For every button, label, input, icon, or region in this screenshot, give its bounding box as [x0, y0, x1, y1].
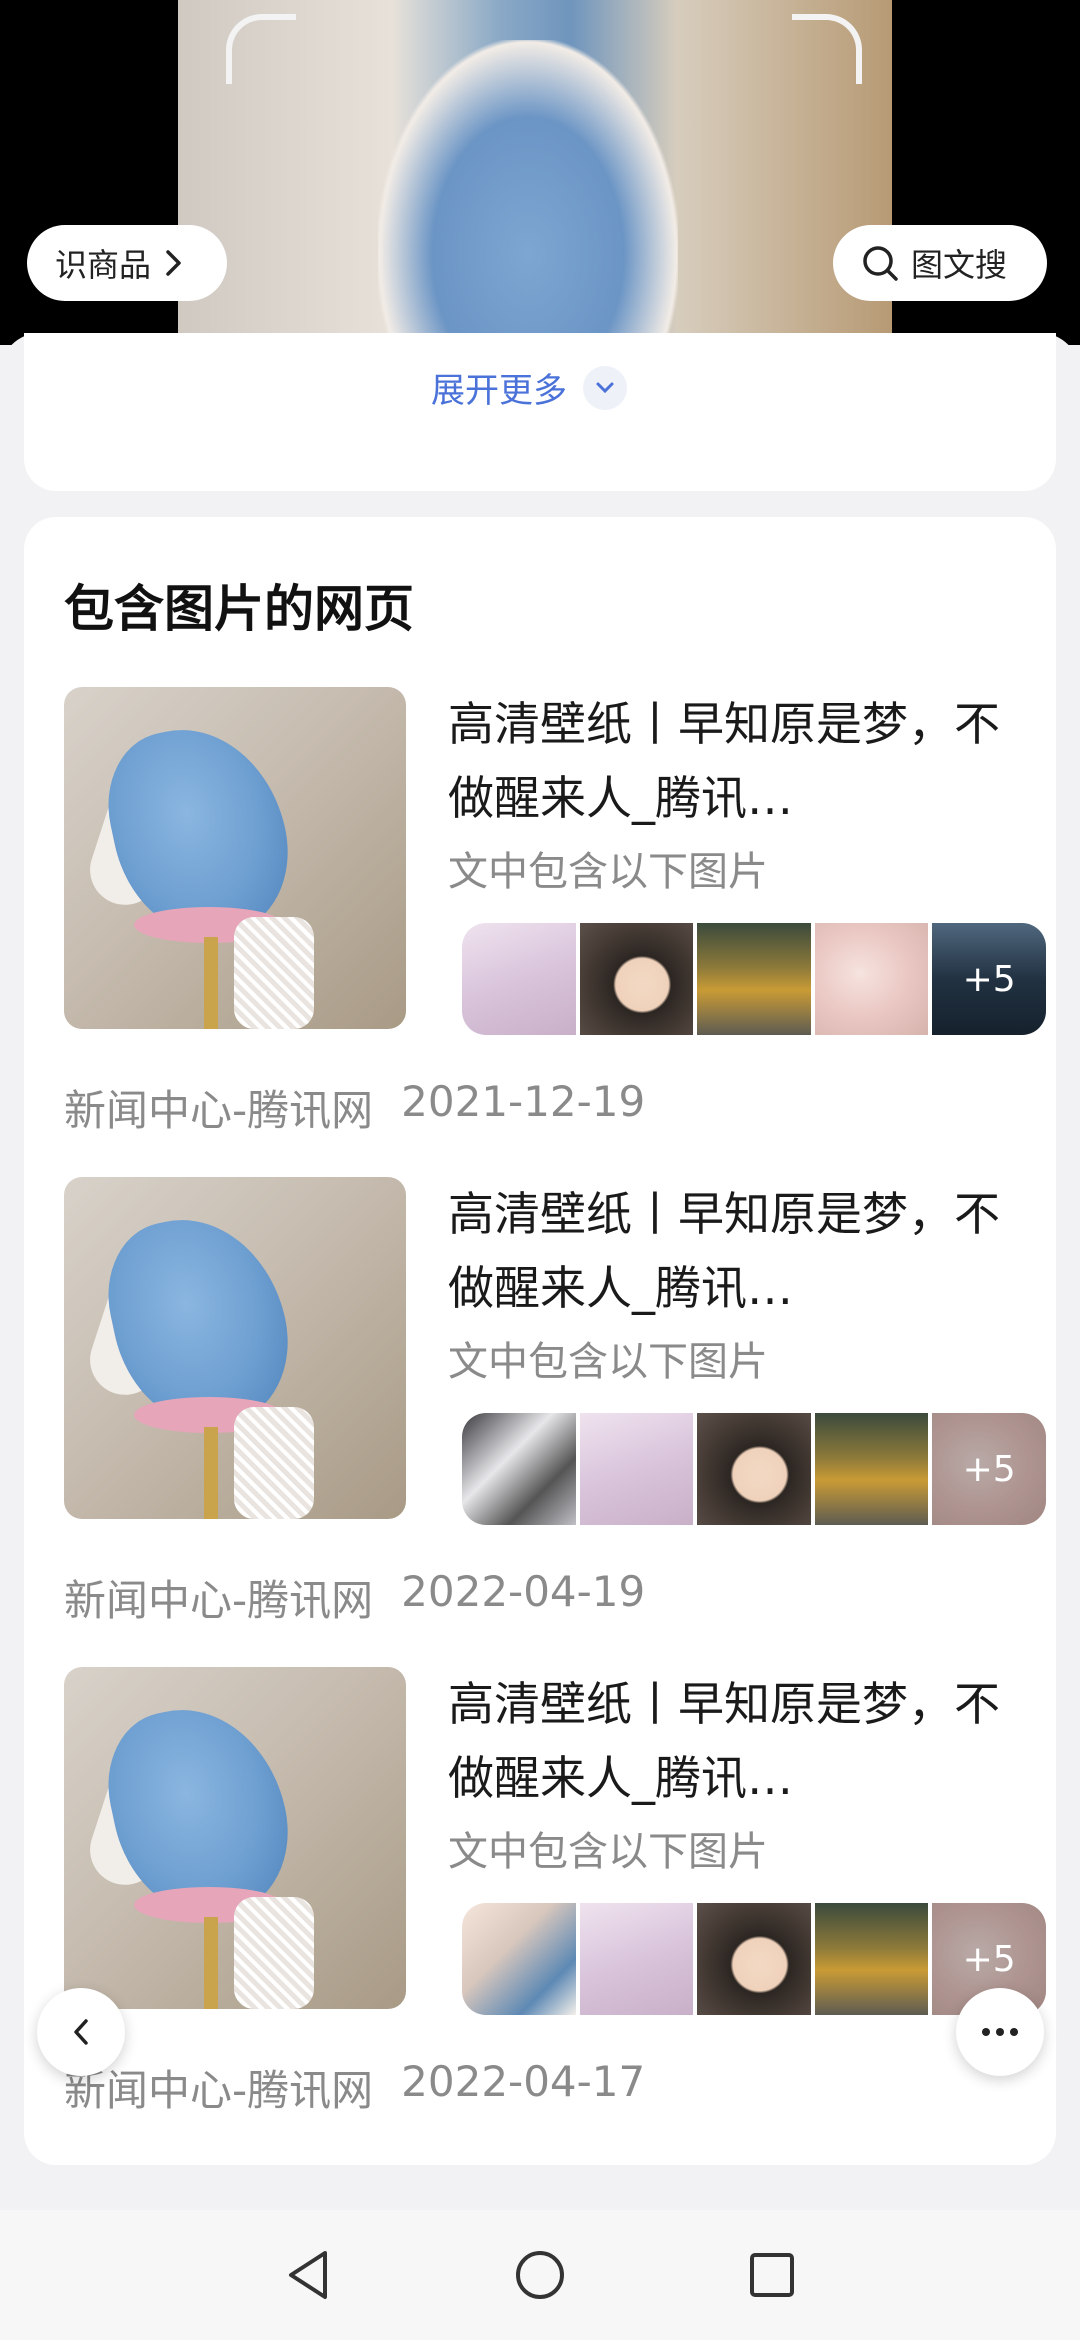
result-meta: 新闻中心-腾讯网 2022-04-19	[64, 1567, 645, 1628]
circle-home-icon	[516, 2251, 564, 2299]
strip-image[interactable]	[814, 1903, 929, 2015]
image-strip[interactable]: +5	[462, 1413, 1046, 1525]
square-recent-icon	[750, 2253, 794, 2297]
crop-frame[interactable]	[226, 14, 862, 345]
chevron-left-icon	[74, 2019, 88, 2045]
strip-image-more[interactable]: +5	[932, 923, 1046, 1035]
strip-image[interactable]	[697, 1413, 811, 1525]
identify-product-button[interactable]: 识商品	[27, 225, 227, 301]
more-count: +5	[932, 1413, 1046, 1525]
strip-image[interactable]	[697, 923, 811, 1035]
section-title: 包含图片的网页	[64, 580, 414, 638]
strip-image[interactable]	[579, 1413, 694, 1525]
result-source: 新闻中心-腾讯网	[64, 1086, 374, 1135]
webpages-card: 包含图片的网页 高清壁纸丨早知原是梦，不做醒来人_腾讯… 文中包含以下图片 +5…	[24, 517, 1056, 2165]
previous-card: 展开更多	[24, 333, 1056, 491]
back-button[interactable]	[37, 1988, 125, 2076]
image-strip[interactable]: +5	[462, 923, 1046, 1035]
strip-image[interactable]	[579, 1903, 694, 2015]
strip-image[interactable]	[579, 923, 694, 1035]
result-item[interactable]: 高清壁纸丨早知原是梦，不做醒来人_腾讯… 文中包含以下图片 +5 新闻中心-腾讯…	[64, 1177, 1046, 1637]
strip-image-more[interactable]: +5	[932, 1413, 1046, 1525]
strip-image[interactable]	[462, 1413, 576, 1525]
crop-corner-top-right[interactable]	[792, 14, 862, 84]
result-item[interactable]: 高清壁纸丨早知原是梦，不做醒来人_腾讯… 文中包含以下图片 +5 新闻中心-腾讯…	[64, 687, 1046, 1147]
more-count: +5	[932, 923, 1046, 1035]
crop-corner-top-left[interactable]	[226, 14, 296, 84]
result-title[interactable]: 高清壁纸丨早知原是梦，不做醒来人_腾讯…	[448, 1177, 1038, 1325]
system-nav-bar	[0, 2210, 1080, 2340]
result-date: 2022-04-17	[401, 2057, 646, 2106]
result-thumbnail[interactable]	[64, 1667, 406, 2009]
result-thumbnail[interactable]	[64, 687, 406, 1029]
strip-image[interactable]	[697, 1903, 811, 2015]
result-subtitle: 文中包含以下图片	[448, 1829, 768, 1875]
nav-recent-button[interactable]	[742, 2245, 802, 2305]
result-source: 新闻中心-腾讯网	[64, 1576, 374, 1625]
result-subtitle: 文中包含以下图片	[448, 1339, 768, 1385]
chevron-right-icon	[166, 250, 181, 276]
result-item[interactable]: 高清壁纸丨早知原是梦，不做醒来人_腾讯… 文中包含以下图片 +5 新闻中心-腾讯…	[64, 1667, 1046, 2127]
result-meta: 新闻中心-腾讯网 2021-12-19	[64, 1077, 645, 1138]
nav-home-button[interactable]	[510, 2245, 570, 2305]
result-thumbnail[interactable]	[64, 1177, 406, 1519]
result-source: 新闻中心-腾讯网	[64, 2066, 374, 2115]
result-title[interactable]: 高清壁纸丨早知原是梦，不做醒来人_腾讯…	[448, 687, 1038, 835]
more-options-button[interactable]	[956, 1988, 1044, 2076]
image-text-search-label: 图文搜	[911, 246, 1008, 284]
expand-more-label: 展开更多	[431, 371, 567, 411]
result-date: 2021-12-19	[401, 1077, 646, 1126]
image-preview[interactable]: 识商品 图文搜	[0, 0, 1080, 345]
nav-back-button[interactable]	[278, 2245, 338, 2305]
result-date: 2022-04-19	[401, 1567, 646, 1616]
strip-image[interactable]	[462, 923, 576, 1035]
result-meta: 新闻中心-腾讯网 2022-04-17	[64, 2057, 645, 2118]
result-title[interactable]: 高清壁纸丨早知原是梦，不做醒来人_腾讯…	[448, 1667, 1038, 1815]
search-icon	[863, 246, 898, 281]
image-strip[interactable]: +5	[462, 1903, 1046, 2015]
strip-image[interactable]	[814, 923, 929, 1035]
results-sheet: 展开更多 包含图片的网页 高清壁纸丨早知原是梦，不做醒来人_腾讯… 文中包含以下…	[0, 333, 1080, 2210]
chevron-down-icon	[583, 365, 627, 410]
triangle-back-icon	[289, 2251, 327, 2299]
identify-product-label: 识商品	[55, 246, 152, 284]
more-dots-icon	[982, 2028, 1018, 2036]
result-subtitle: 文中包含以下图片	[448, 849, 768, 895]
image-text-search-button[interactable]: 图文搜	[833, 225, 1047, 301]
strip-image[interactable]	[814, 1413, 929, 1525]
strip-image[interactable]	[462, 1903, 576, 2015]
expand-more-link[interactable]: 展开更多	[431, 363, 627, 412]
